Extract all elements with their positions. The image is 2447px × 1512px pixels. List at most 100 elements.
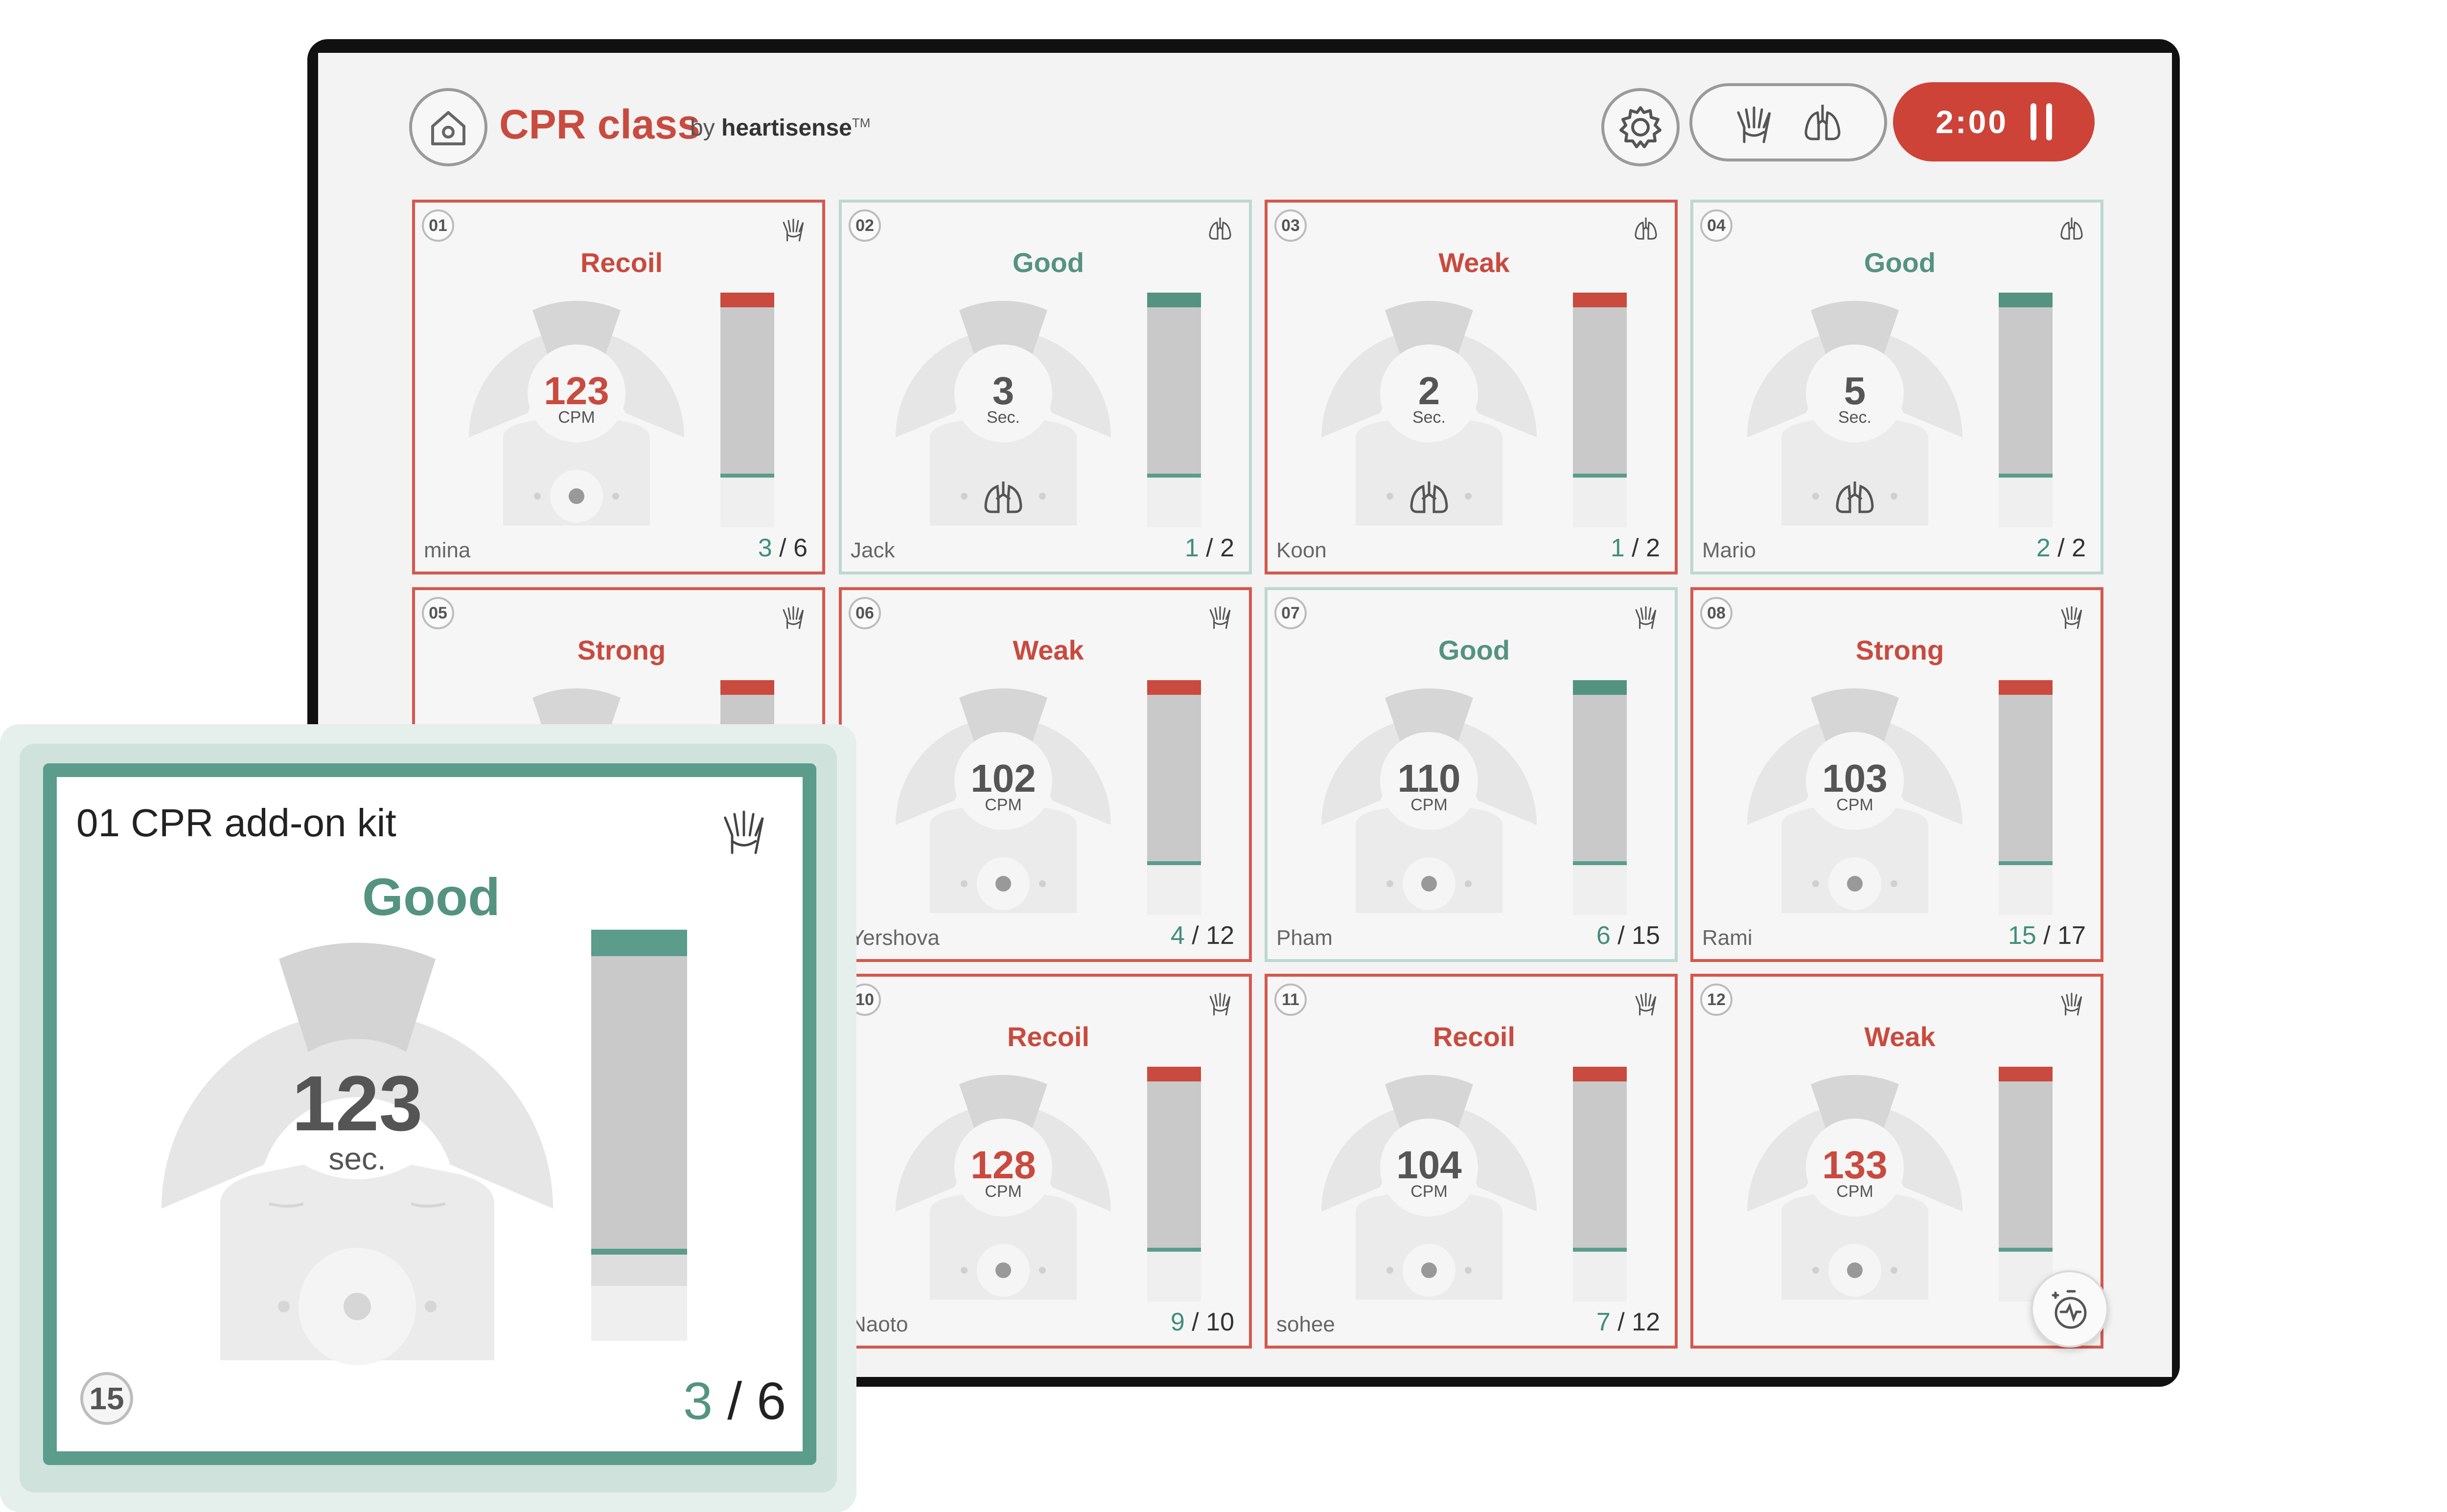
tile-count: 9 / 10 <box>1170 1308 1234 1336</box>
tile-status: Good <box>1438 635 1510 665</box>
tile-unit: CPM <box>558 408 595 427</box>
tile-gauge: 104 CPM <box>1321 1075 1537 1300</box>
tile-count: 6 / 15 <box>1596 921 1660 950</box>
tile-depth-bar <box>1999 1067 2053 1302</box>
hands-icon <box>724 810 764 854</box>
trainee-tile-11[interactable]: 11 Recoil 104 CPM sohee 7 / 12 <box>1265 974 1678 1349</box>
tile-status: Good <box>1864 247 1936 278</box>
tile-unit: CPM <box>985 1182 1022 1201</box>
trainee-name: sohee <box>1276 1312 1335 1336</box>
tile-count: 1 / 2 <box>1184 534 1234 562</box>
tile-unit: CPM <box>1410 796 1448 814</box>
tile-number: 11 <box>1274 984 1307 1016</box>
trainee-tile-02[interactable]: 02 Good 3 Sec. Jack 1 / 2 <box>839 200 1252 574</box>
tile-depth-bar <box>1573 1067 1627 1302</box>
lungs-icon <box>1635 217 1657 240</box>
hands-icon <box>783 606 804 629</box>
home-icon <box>431 111 465 145</box>
tile-status: Recoil <box>1007 1021 1090 1052</box>
tile-gauge: 5 Sec. <box>1747 300 1962 526</box>
hands-icon <box>1635 992 1657 1016</box>
trainee-name: mina <box>424 538 471 562</box>
tile-depth-bar <box>1147 680 1201 915</box>
tile-gauge: 2 Sec. <box>1321 300 1537 526</box>
popup-gauge: 123 sec. <box>162 942 553 1365</box>
tile-value: 133 <box>1822 1143 1887 1187</box>
mode-toggle-button[interactable] <box>1689 83 1887 161</box>
tile-depth-bar <box>1147 293 1201 527</box>
lungs-icon <box>1804 105 1841 140</box>
tile-status: Strong <box>577 635 666 665</box>
tile-number: 05 <box>422 597 454 629</box>
trainee-name: Mario <box>1702 538 1756 562</box>
trainee-tile-03[interactable]: 03 Weak 2 Sec. Koon 1 / 2 <box>1265 200 1678 574</box>
tile-unit: CPM <box>1836 796 1873 814</box>
tile-unit: Sec. <box>1838 408 1871 427</box>
hands-icon <box>1209 606 1231 629</box>
tile-count: 7 / 12 <box>1596 1308 1660 1336</box>
tile-value: 128 <box>970 1143 1036 1187</box>
stopwatch-icon <box>2052 1290 2087 1329</box>
trainee-tile-06[interactable]: 06 Weak 102 CPM Yershova 4 / 12 <box>839 587 1252 962</box>
hands-icon <box>1737 106 1771 143</box>
tile-unit: Sec. <box>987 408 1020 427</box>
hands-icon <box>783 218 804 242</box>
tile-number: 08 <box>1700 597 1732 629</box>
tile-number: 06 <box>849 597 881 629</box>
tile-count: 2 / 2 <box>2036 534 2086 562</box>
tile-depth-bar <box>1147 1067 1201 1302</box>
tile-status: Recoil <box>1432 1021 1516 1052</box>
trainee-name: Yershova <box>851 926 940 950</box>
tile-unit: CPM <box>1836 1182 1873 1201</box>
popup-unit: sec. <box>328 1141 386 1176</box>
lungs-icon <box>2060 217 2083 240</box>
popup-status: Good <box>362 867 500 926</box>
tile-number: 07 <box>1274 597 1307 629</box>
trainee-tile-07[interactable]: 07 Good 110 CPM Pham 6 / 15 <box>1265 587 1678 962</box>
tile-value: 2 <box>1418 369 1440 412</box>
tile-number: 12 <box>1700 984 1732 1016</box>
trainee-tile-10[interactable]: 10 Recoil 128 CPM Naoto 9 / 10 <box>839 974 1252 1349</box>
popup-value: 123 <box>292 1059 423 1147</box>
tile-unit: CPM <box>985 796 1022 814</box>
home-button[interactable] <box>409 88 487 166</box>
trainee-tile-08[interactable]: 08 Strong 103 CPM Rami 15 / 17 <box>1690 587 2103 962</box>
hands-icon <box>1635 606 1657 629</box>
popup-badge: 15 <box>80 1372 133 1425</box>
pause-icon <box>2031 103 2053 140</box>
tile-depth-bar <box>1999 680 2053 915</box>
settings-button[interactable] <box>1601 88 1680 166</box>
hands-icon <box>2061 992 2082 1016</box>
tile-depth-bar <box>1573 680 1627 915</box>
trainee-name: Pham <box>1276 926 1333 950</box>
tile-gauge: 102 CPM <box>896 688 1111 913</box>
timer-pause-button[interactable]: 2:00 <box>1893 82 2095 161</box>
tile-number: 04 <box>1700 209 1732 242</box>
lungs-icon <box>1209 217 1231 240</box>
timer-display: 2:00 <box>1935 104 2008 140</box>
tile-depth-bar <box>720 293 774 527</box>
tile-depth-bar <box>1573 293 1627 527</box>
tile-status: Strong <box>1855 635 1944 665</box>
trainee-tile-01[interactable]: 01 Recoil 123 CPM mina 3 / 6 <box>412 200 825 574</box>
tile-status: Recoil <box>580 247 663 278</box>
trainee-tile-04[interactable]: 04 Good 5 Sec. Mario 2 / 2 <box>1690 200 2103 574</box>
trainee-name: Jack <box>851 538 895 562</box>
brand-name: heartisense <box>721 115 852 141</box>
tile-unit: CPM <box>1410 1182 1448 1201</box>
tile-value: 103 <box>1822 756 1887 800</box>
popup-count: 3 / 6 <box>683 1371 786 1430</box>
trainee-name: Rami <box>1702 926 1753 950</box>
gear-icon <box>1619 106 1662 148</box>
tile-unit: Sec. <box>1412 408 1446 427</box>
page-title: CPR class <box>499 101 700 147</box>
tile-count: 15 / 17 <box>2008 921 2086 950</box>
tile-number: 03 <box>1274 209 1307 242</box>
feedback-fab[interactable] <box>2031 1270 2108 1348</box>
tile-value: 5 <box>1844 369 1866 412</box>
tile-value: 123 <box>544 369 609 412</box>
tile-value: 104 <box>1396 1143 1462 1187</box>
tile-gauge: 133 CPM <box>1747 1075 1962 1300</box>
tile-gauge: 3 Sec. <box>896 300 1111 526</box>
tile-gauge: 128 CPM <box>896 1075 1111 1300</box>
